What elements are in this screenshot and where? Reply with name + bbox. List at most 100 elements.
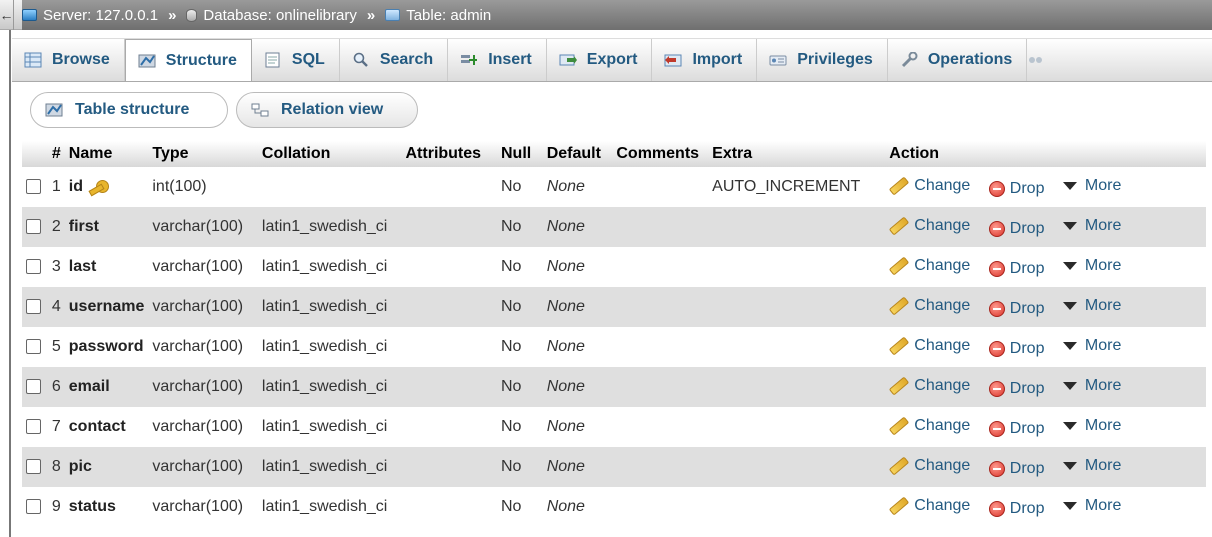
insert-icon <box>461 55 478 65</box>
pencil-icon <box>889 296 910 315</box>
row-collation <box>257 167 402 207</box>
table-row: 5 password varchar(100) latin1_swedish_c… <box>22 327 1206 367</box>
change-button[interactable]: Change <box>889 256 970 275</box>
tab-browse[interactable]: Browse <box>12 39 125 81</box>
row-num: 6 <box>47 367 65 407</box>
tab-export[interactable]: Export <box>547 39 653 81</box>
row-select[interactable] <box>22 327 48 367</box>
more-button[interactable]: More <box>1062 417 1121 435</box>
header-null: Null <box>497 141 543 167</box>
more-button[interactable]: More <box>1062 217 1121 235</box>
row-num: 1 <box>47 167 65 207</box>
more-button[interactable]: More <box>1062 177 1121 195</box>
left-border <box>9 30 11 537</box>
row-type: varchar(100) <box>148 287 258 327</box>
tab-sql[interactable]: SQL <box>252 39 340 81</box>
row-checkbox[interactable] <box>26 459 41 475</box>
change-button[interactable]: Change <box>889 216 970 235</box>
header-name[interactable]: Name <box>64 141 149 167</box>
row-null: No <box>497 487 543 527</box>
breadcrumb-bar: ← Server: 127.0.0.1 » Database: onlineli… <box>0 0 1212 30</box>
breadcrumb-server[interactable]: Server: 127.0.0.1 <box>22 7 158 24</box>
change-button[interactable]: Change <box>889 456 970 475</box>
breadcrumb-database[interactable]: Database: onlinelibrary <box>186 7 357 24</box>
drop-button[interactable]: Drop <box>988 340 1044 358</box>
more-button[interactable]: More <box>1062 457 1121 475</box>
tab-operations[interactable]: Operations <box>888 39 1028 81</box>
row-select[interactable] <box>22 167 48 207</box>
row-checkbox[interactable] <box>26 299 41 315</box>
drop-button[interactable]: Drop <box>988 420 1044 438</box>
header-comments: Comments <box>612 141 709 167</box>
row-default: None <box>542 207 613 247</box>
row-checkbox[interactable] <box>26 259 41 275</box>
table-row: 6 email varchar(100) latin1_swedish_ci N… <box>22 367 1206 407</box>
row-null: No <box>497 367 543 407</box>
change-button[interactable]: Change <box>889 496 970 515</box>
row-comments <box>612 487 709 527</box>
tab-search[interactable]: Search <box>340 39 449 81</box>
row-select[interactable] <box>22 487 48 527</box>
row-name: last <box>64 247 149 287</box>
change-button[interactable]: Change <box>889 336 970 355</box>
drop-icon <box>988 460 1005 477</box>
row-checkbox[interactable] <box>26 379 41 395</box>
row-select[interactable] <box>22 207 48 247</box>
subtab-table-structure[interactable]: Table structure <box>30 92 228 128</box>
change-button[interactable]: Change <box>889 176 970 195</box>
row-null: No <box>497 287 543 327</box>
row-actions: Change Drop More <box>885 447 1206 487</box>
row-checkbox[interactable] <box>26 219 41 235</box>
tab-structure[interactable]: Structure <box>124 39 252 81</box>
drop-button[interactable]: Drop <box>988 380 1044 398</box>
row-actions: Change Drop More <box>885 367 1206 407</box>
more-button[interactable]: More <box>1062 337 1121 355</box>
drop-button[interactable]: Drop <box>988 260 1044 278</box>
row-select[interactable] <box>22 247 48 287</box>
drop-button[interactable]: Drop <box>988 300 1044 318</box>
drop-button[interactable]: Drop <box>988 220 1044 238</box>
tab-privileges[interactable]: Privileges <box>757 39 888 81</box>
row-comments <box>612 447 709 487</box>
row-num: 2 <box>47 207 65 247</box>
row-actions: Change Drop More <box>885 287 1206 327</box>
row-checkbox[interactable] <box>26 179 41 195</box>
drop-button[interactable]: Drop <box>988 180 1044 198</box>
row-select[interactable] <box>22 447 48 487</box>
drop-icon <box>988 220 1005 237</box>
field-name: email <box>68 378 110 395</box>
row-checkbox[interactable] <box>26 339 41 355</box>
breadcrumb-table[interactable]: Table: admin <box>385 7 491 24</box>
structure-icon <box>138 54 156 67</box>
tab-import[interactable]: Import <box>652 39 758 81</box>
collapse-arrow-icon[interactable]: ← <box>0 0 14 30</box>
row-select[interactable] <box>22 287 48 327</box>
more-button[interactable]: More <box>1062 297 1121 315</box>
change-button[interactable]: Change <box>889 416 970 435</box>
drop-button[interactable]: Drop <box>988 500 1044 518</box>
row-attributes <box>401 247 497 287</box>
field-name: contact <box>68 418 126 435</box>
chevron-down-icon <box>1062 181 1077 190</box>
row-select[interactable] <box>22 407 48 447</box>
more-button[interactable]: More <box>1062 497 1121 515</box>
change-button[interactable]: Change <box>889 296 970 315</box>
drop-button[interactable]: Drop <box>988 460 1044 478</box>
chevron-down-icon <box>1062 301 1077 310</box>
table-row: 7 contact varchar(100) latin1_swedish_ci… <box>22 407 1206 447</box>
row-checkbox[interactable] <box>26 499 41 515</box>
more-button[interactable]: More <box>1062 257 1121 275</box>
row-checkbox[interactable] <box>26 419 41 435</box>
row-name: password <box>64 327 149 367</box>
row-extra <box>708 367 886 407</box>
pencil-icon <box>889 456 910 475</box>
more-button[interactable]: More <box>1062 377 1121 395</box>
row-null: No <box>497 447 543 487</box>
tab-more-cut[interactable] <box>1027 39 1053 81</box>
drop-icon <box>988 420 1005 437</box>
subtab-relation-view[interactable]: Relation view <box>236 92 418 128</box>
row-type: int(100) <box>148 167 258 207</box>
tab-insert[interactable]: Insert <box>448 39 547 81</box>
row-select[interactable] <box>22 367 48 407</box>
change-button[interactable]: Change <box>889 376 970 395</box>
